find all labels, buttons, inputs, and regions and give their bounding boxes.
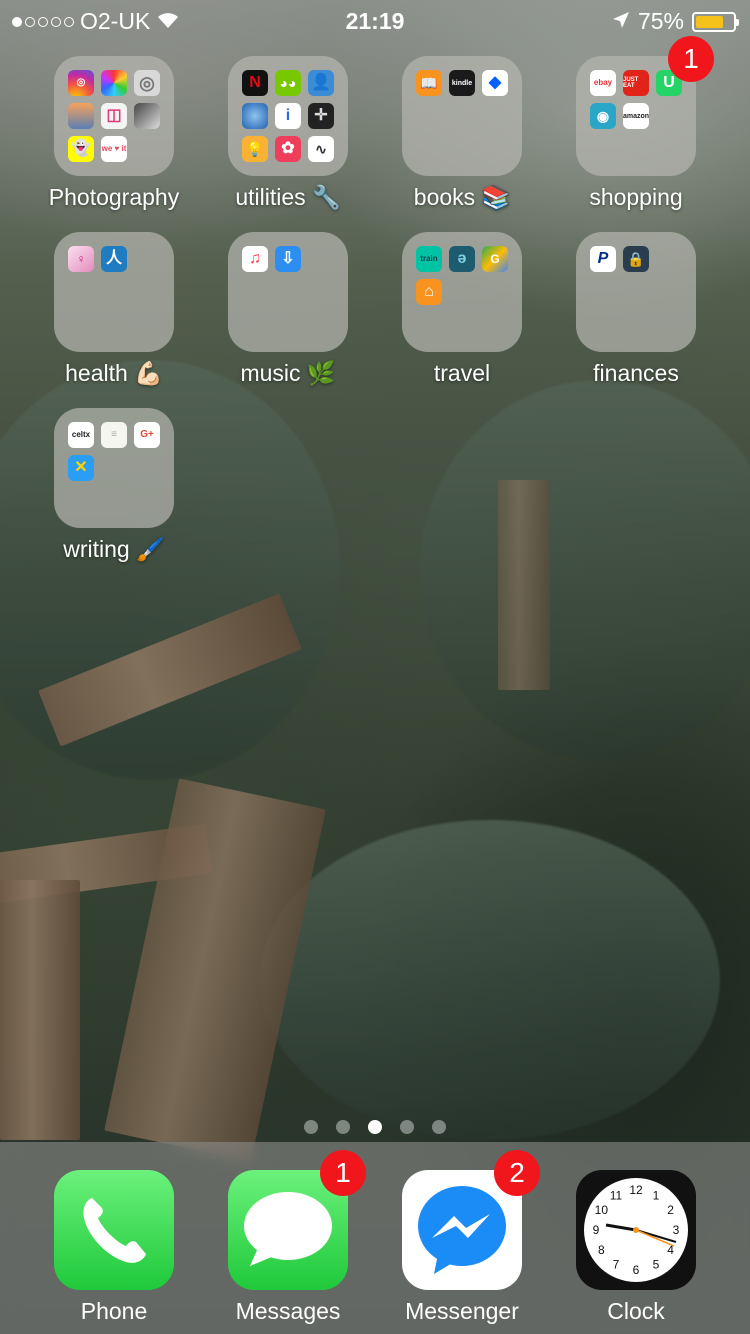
weheartit-icon: we ♥ it [101,136,127,162]
dock-label: Clock [607,1298,665,1324]
battery-icon [692,11,739,32]
page-dot[interactable] [400,1120,414,1134]
ear-icon: ə [449,246,475,272]
folder-books[interactable]: 📖 kindle ◆ books 📚 [402,56,522,210]
folder-label: Photography [48,184,180,210]
dock-app-phone[interactable]: Phone [54,1170,174,1324]
info-icon: i [275,103,301,129]
dock-label: Messenger [405,1298,519,1324]
amazon-icon: amazon [623,103,649,129]
status-bar: O2-UK 21:19 75% [0,0,750,40]
color-wheel-icon [101,70,127,96]
kindle-icon: kindle [449,70,475,96]
folder-label: utilities 🔧 [235,184,341,210]
phone-icon [54,1170,174,1290]
layout-icon: ◫ [101,103,127,129]
page-dot-active[interactable] [368,1120,382,1134]
netflix-icon: N [242,70,268,96]
dock-app-messages[interactable]: 1 Messages [228,1150,366,1324]
instagram-icon: ◎ [68,70,94,96]
folder-label: shopping [589,184,683,210]
dock-app-messenger[interactable]: 2 Messenger [402,1150,540,1324]
google-plus-icon: G+ [134,422,160,448]
page-dot[interactable] [304,1120,318,1134]
notes-icon: ≡ [101,422,127,448]
photo-editor-icon [68,103,94,129]
dropbox-icon: ◆ [482,70,508,96]
globe-icon [242,103,268,129]
folder-label: health 💪🏻 [65,360,163,386]
folder-label: books 📚 [413,184,511,210]
portrait-icon [134,103,160,129]
duolingo-icon: ◕◕ [275,70,301,96]
location-arrow-icon [612,8,630,35]
clock-number: 9 [593,1223,600,1237]
clock-number: 8 [598,1243,605,1257]
clock-number: 5 [653,1258,660,1272]
folder-label: finances [593,360,679,386]
folder-utilities[interactable]: N ◕◕ 👤 i ✛ 💡 ✿ ∿ utilities 🔧 [228,56,348,210]
itunes-icon: ♫ [242,246,268,272]
battery-percent: 75% [637,8,684,34]
clock-number: 6 [633,1263,640,1277]
clock-icon: 12 1 2 3 4 5 6 7 8 9 10 11 [576,1170,696,1290]
camera-aperture-icon: ◎ [134,70,160,96]
dock-label: Phone [80,1298,148,1324]
page-dot[interactable] [336,1120,350,1134]
clock-number: 7 [613,1258,620,1272]
dock-label: Messages [235,1298,341,1324]
notification-badge: 1 [668,36,714,82]
home-icon: ⌂ [416,279,442,305]
lock-icon: 🔒 [623,246,649,272]
x-app-icon: ✕ [68,455,94,481]
trainline-icon: train [416,246,442,272]
page-indicator[interactable] [0,1120,750,1134]
folder-label: music 🌿 [240,360,336,386]
clock-number: 2 [667,1203,674,1217]
download-icon: ⇩ [275,246,301,272]
folder-writing[interactable]: celtx ≡ G+ ✕ writing 🖌️ [54,408,174,562]
fish-icon: ◉ [590,103,616,129]
folder-label: travel [433,360,491,386]
dock-app-clock[interactable]: 12 1 2 3 4 5 6 7 8 9 10 11 Clock [576,1170,696,1324]
snapchat-icon: 👻 [68,136,94,162]
ibooks-icon: 📖 [416,70,442,96]
voice-memos-icon: ∿ [308,136,334,162]
fitness-icon: ♀ [68,246,94,272]
paypal-icon: P [590,246,616,272]
folder-health[interactable]: ♀ 人 health 💪🏻 [54,232,174,386]
clock-number: 1 [653,1188,660,1202]
lightbulb-icon: 💡 [242,136,268,162]
page-dot[interactable] [432,1120,446,1134]
folder-shopping[interactable]: ebay JUST EAT U ◉ amazon 1 shopping [576,36,714,210]
contacts-icon: 👤 [308,70,334,96]
folder-music[interactable]: ♫ ⇩ music 🌿 [228,232,348,386]
clock-number: 11 [610,1188,623,1202]
folder-finances[interactable]: P 🔒 finances [576,232,696,386]
flower-icon: ✿ [275,136,301,162]
clock-number: 3 [673,1223,680,1237]
dock: Phone 1 Messages 2 Messenger 12 1 2 3 4 5 6 7 8 9… [0,1142,750,1334]
compass-icon: ✛ [308,103,334,129]
folder-travel[interactable]: train ə G ⌂ travel [402,232,522,386]
notification-badge: 2 [494,1150,540,1196]
folder-label: writing 🖌️ [63,536,165,562]
notification-badge: 1 [320,1150,366,1196]
clock-number: 10 [595,1203,609,1217]
maps-icon: G [482,246,508,272]
clock-number: 12 [629,1183,643,1197]
ebay-icon: ebay [590,70,616,96]
celtx-icon: celtx [68,422,94,448]
folder-photography[interactable]: ◎ ◎ ◫ 👻 we ♥ it Photography [49,56,179,210]
stretch-icon: 人 [101,246,127,272]
just-eat-icon: JUST EAT [623,70,649,96]
